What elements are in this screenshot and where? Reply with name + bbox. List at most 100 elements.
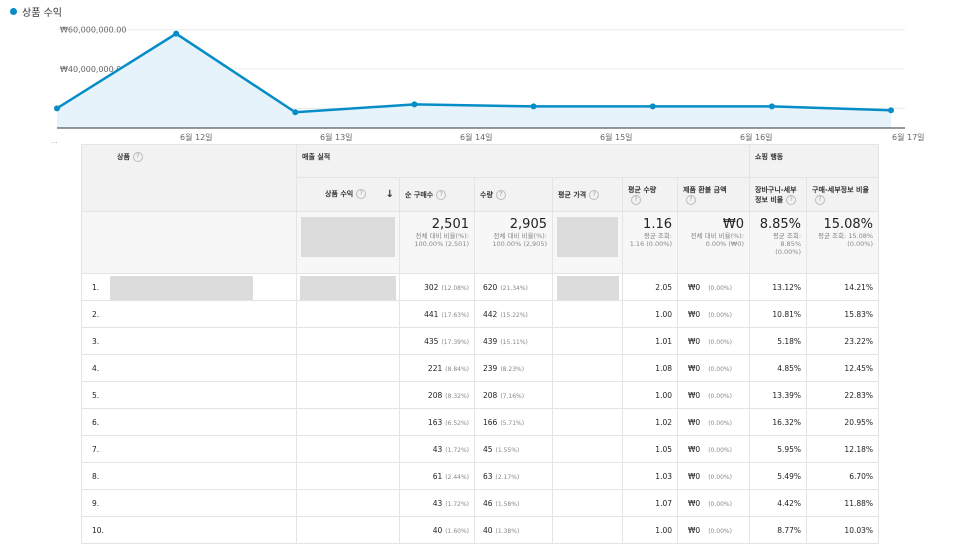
table-row[interactable]: 7. 43 (1.72%) 45 (1.55%) 1.05 ₩0 (0.00%) 5.95% 12…	[81, 435, 880, 463]
cart-rate-cell: 4.85%	[749, 354, 808, 382]
buy-rate-cell: 14.21%	[806, 273, 880, 301]
revenue-cell	[296, 300, 400, 328]
table-row[interactable]: 3. 435 (17.39%) 439 (15.11%) 1.01 ₩0 (0.00%) 5.1…	[81, 327, 880, 355]
sort-desc-icon[interactable]: ↓	[386, 189, 394, 200]
col-header-unique-purchases[interactable]: 순 구매수?	[399, 177, 475, 212]
col-header-quantity[interactable]: 수량?	[474, 177, 553, 212]
row-rank: 4.	[92, 363, 100, 373]
avg-qty-cell: 1.05	[622, 435, 678, 463]
x-tick-label: 6월 16일	[740, 132, 773, 142]
refund-cell: ₩0 (0.00%)	[676, 435, 751, 463]
cart-rate-cell: 5.49%	[749, 462, 808, 490]
help-icon[interactable]: ?	[356, 189, 367, 199]
quantity-cell: 439 (15.11%)	[474, 327, 553, 355]
table-row[interactable]: 1. 302 (12.08%) 620 (21.34%) 2.05 ₩0 (0.00%) 13.…	[81, 273, 880, 301]
refund-cell: ₩0 (0.00%)	[676, 489, 751, 517]
unique-purchases-cell: 61 (2.44%)	[399, 462, 475, 490]
cart-rate-cell: 4.42%	[749, 489, 808, 517]
product-cell[interactable]: 5.	[81, 381, 297, 409]
revenue-cell	[296, 381, 400, 409]
row-rank: 10.	[92, 525, 104, 535]
totals-revenue-cell	[296, 211, 400, 274]
row-rank: 8.	[92, 471, 100, 481]
product-cell[interactable]: 1.	[81, 273, 297, 301]
unique-purchases-cell: 40 (1.60%)	[399, 516, 475, 544]
chart-ellipsis: ...	[51, 137, 58, 145]
buy-rate-cell: 12.18%	[806, 435, 880, 463]
col-header-product[interactable]: 상품?	[81, 144, 297, 212]
avg-qty-cell: 1.00	[622, 300, 678, 328]
row-rank: 7.	[92, 444, 100, 454]
help-icon[interactable]: ?	[815, 194, 826, 205]
y-tick-label: ₩60,000,000.00	[60, 26, 126, 35]
avg-qty-cell: 1.08	[622, 354, 678, 382]
avg-qty-cell: 1.07	[622, 489, 678, 517]
avg-price-cell	[552, 462, 623, 490]
help-icon[interactable]: ?	[132, 152, 143, 162]
help-icon[interactable]: ?	[686, 194, 696, 205]
data-point[interactable]	[292, 109, 299, 116]
group-header-shopping: 쇼핑 행동	[749, 144, 880, 178]
data-point[interactable]	[888, 107, 894, 114]
refund-cell: ₩0 (0.00%)	[676, 516, 751, 544]
product-cell[interactable]: 4.	[81, 354, 297, 382]
col-header-buy-rate[interactable]: 구매-세부정보 비율?	[806, 177, 880, 212]
data-point[interactable]	[411, 101, 418, 108]
revenue-cell	[296, 435, 400, 463]
refund-cell: ₩0 (0.00%)	[676, 408, 751, 436]
avg-qty-cell: 2.05	[622, 273, 678, 301]
data-point[interactable]	[173, 30, 180, 37]
data-point[interactable]	[530, 103, 537, 110]
revenue-cell	[296, 516, 400, 544]
data-point[interactable]	[649, 103, 656, 110]
table-row[interactable]: 8. 61 (2.44%) 63 (2.17%) 1.03 ₩0 (0.00%) 5.49% 6.…	[81, 462, 880, 490]
row-rank: 1.	[92, 282, 100, 292]
cart-rate-cell: 10.81%	[749, 300, 808, 328]
redacted-block	[557, 217, 618, 257]
product-cell[interactable]: 7.	[81, 435, 297, 463]
revenue-cell	[296, 273, 400, 301]
refund-cell: ₩0 (0.00%)	[676, 381, 751, 409]
product-cell[interactable]: 6.	[81, 408, 297, 436]
report-table: 상품? 매출 실적 쇼핑 행동 상품 수익? ↓ 순 구매수? 수량? 평균 가격…	[81, 144, 880, 544]
product-cell[interactable]: 10.	[81, 516, 297, 544]
data-point[interactable]	[768, 103, 775, 110]
help-icon[interactable]: ?	[495, 189, 506, 200]
totals-quantity: 2,905 전체 대비 비율(%): 100.00% (2,905)	[474, 211, 553, 274]
table-row[interactable]: 2. 441 (17.63%) 442 (15.22%) 1.00 ₩0 (0.00%) 10.…	[81, 300, 880, 328]
product-cell[interactable]: 9.	[81, 489, 297, 517]
col-header-avg-qty[interactable]: 평균 수량?	[622, 177, 678, 212]
col-header-cart-rate[interactable]: 장바구니-세부정보 비율?	[749, 177, 808, 212]
table-row[interactable]: 9. 43 (1.72%) 46 (1.58%) 1.07 ₩0 (0.00%) 4.42% 11…	[81, 489, 880, 517]
help-icon[interactable]: ?	[631, 194, 641, 205]
help-icon[interactable]: ?	[786, 194, 797, 205]
table-row[interactable]: 5. 208 (8.32%) 208 (7.16%) 1.00 ₩0 (0.00%) 13.39…	[81, 381, 880, 409]
revenue-cell	[296, 462, 400, 490]
help-icon[interactable]: ?	[436, 189, 447, 200]
col-header-avg-price[interactable]: 평균 가격?	[552, 177, 623, 212]
buy-rate-cell: 10.03%	[806, 516, 880, 544]
totals-cart-rate: 8.85% 평균 조회: 8.85% (0.00%)	[749, 211, 808, 274]
totals-buy-rate: 15.08% 평균 조회: 15.08% (0.00%)	[806, 211, 880, 274]
product-cell[interactable]: 2.	[81, 300, 297, 328]
col-header-refund[interactable]: 제품 환불 금액?	[676, 177, 751, 212]
col-header-revenue[interactable]: 상품 수익? ↓	[296, 177, 400, 212]
avg-qty-cell: 1.02	[622, 408, 678, 436]
data-point[interactable]	[54, 105, 60, 112]
buy-rate-cell: 23.22%	[806, 327, 880, 355]
product-cell[interactable]: 3.	[81, 327, 297, 355]
row-rank: 3.	[92, 336, 100, 346]
product-cell[interactable]: 8.	[81, 462, 297, 490]
unique-purchases-cell: 163 (6.52%)	[399, 408, 475, 436]
table-row[interactable]: 10. 40 (1.60%) 40 (1.38%) 1.00 ₩0 (0.00%) 8.77% 1…	[81, 516, 880, 544]
table-row[interactable]: 4. 221 (8.84%) 239 (8.23%) 1.08 ₩0 (0.00%) 4.85%…	[81, 354, 880, 382]
unique-purchases-cell: 435 (17.39%)	[399, 327, 475, 355]
x-tick-label: 6월 13일	[320, 132, 353, 142]
chart-svg: ₩60,000,000.00₩40,000,000.00₩20,000,000.…	[54, 26, 925, 142]
table-row[interactable]: 6. 163 (6.52%) 166 (5.71%) 1.02 ₩0 (0.00%) 16.32…	[81, 408, 880, 436]
group-header-sales: 매출 실적	[295, 144, 751, 178]
quantity-cell: 45 (1.55%)	[474, 435, 553, 463]
series-area	[57, 33, 891, 128]
help-icon[interactable]: ?	[589, 189, 600, 200]
refund-cell: ₩0 (0.00%)	[676, 300, 751, 328]
